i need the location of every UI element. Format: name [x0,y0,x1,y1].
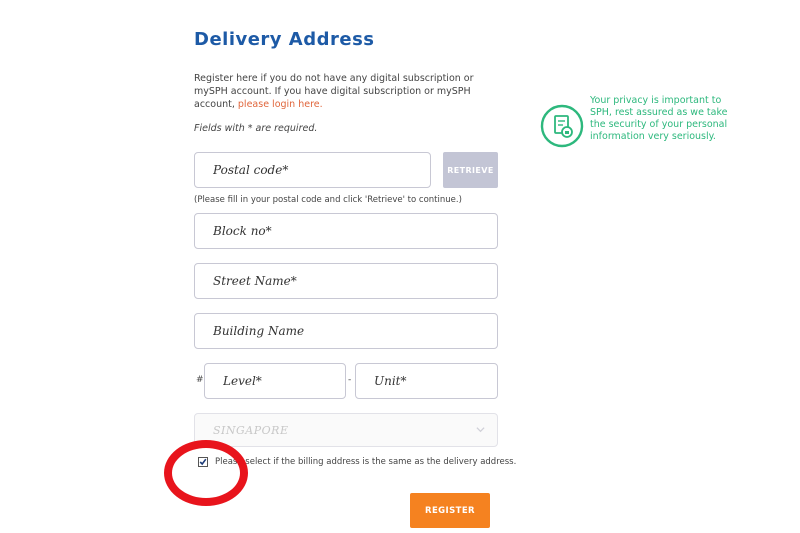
building-name-input[interactable] [194,313,498,349]
retrieve-button[interactable]: RETRIEVE [443,152,498,188]
country-value: SINGAPORE [213,424,289,437]
required-note: Fields with * are required. [194,123,318,134]
shield-lock-icon [540,104,584,148]
country-select[interactable]: SINGAPORE [194,413,498,447]
checkmark-icon [199,458,207,466]
billing-checkbox-label: Please select if the billing address is … [215,457,517,467]
intro-text: Register here if you do not have any dig… [194,72,494,111]
dash-symbol: - [348,375,352,385]
billing-same-checkbox[interactable] [198,457,208,467]
intro-message: Register here if you do not have any dig… [194,73,474,110]
postal-code-input[interactable] [194,152,431,188]
annotation-circle [164,440,248,506]
unit-input[interactable] [355,363,498,399]
hash-symbol: # [196,375,204,385]
page-title: Delivery Address [194,29,375,50]
privacy-notice: Your privacy is important to SPH, rest a… [590,95,728,142]
street-name-input[interactable] [194,263,498,299]
chevron-down-icon [476,427,485,433]
login-link[interactable]: please login here. [238,99,323,110]
register-button[interactable]: REGISTER [410,493,490,528]
postal-hint: (Please fill in your postal code and cli… [194,195,462,205]
level-input[interactable] [204,363,346,399]
block-no-input[interactable] [194,213,498,249]
